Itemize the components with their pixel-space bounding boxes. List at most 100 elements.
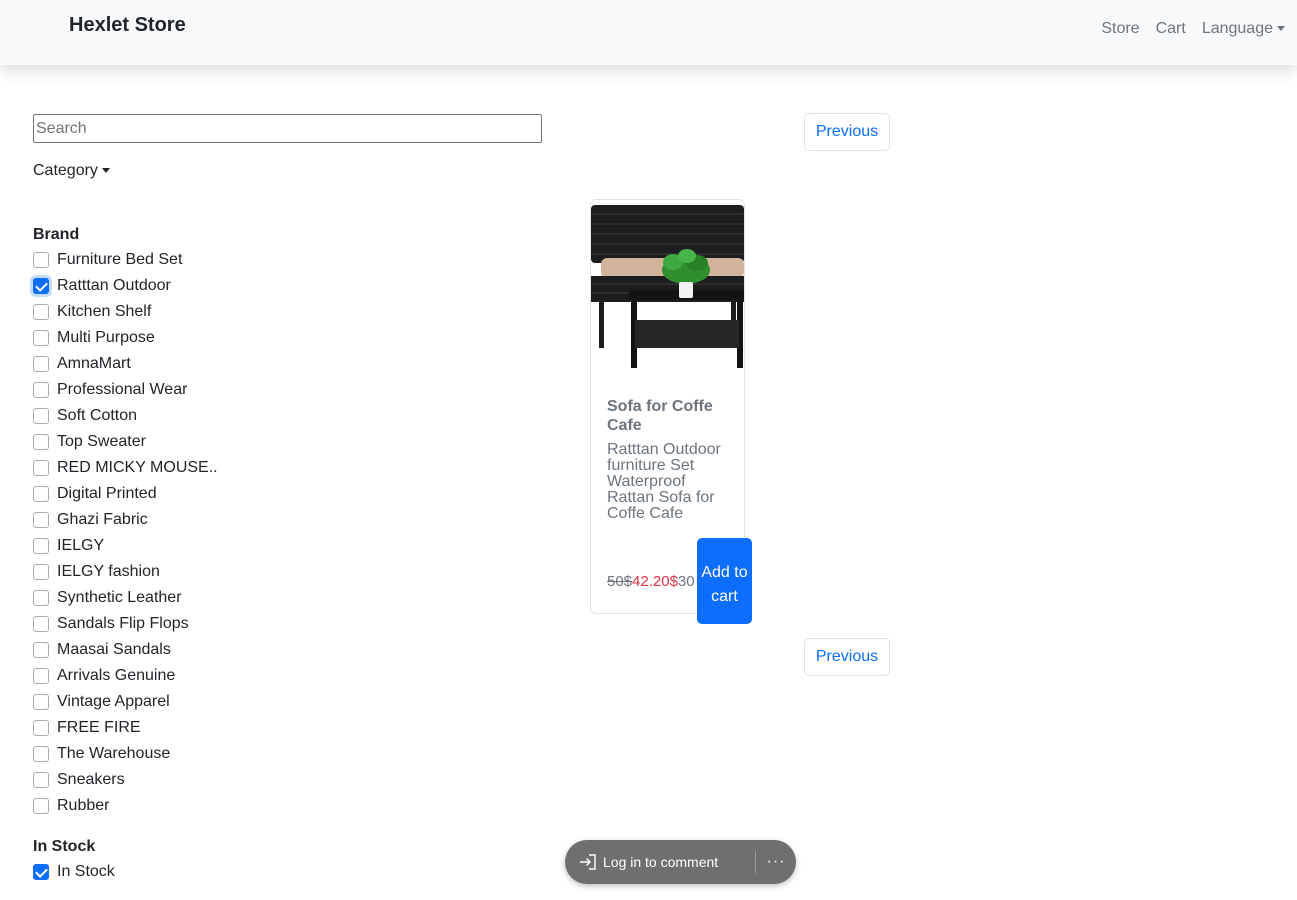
brand-label: IELGY [57,537,105,554]
brand-label: AmnaMart [57,355,131,372]
brand-checkbox-row[interactable]: Top Sweater [33,429,218,455]
stock-filter-heading: In Stock [33,838,96,855]
brand-label: Vintage Apparel [57,693,170,710]
nav-cart-link[interactable]: Cart [1156,20,1186,38]
brand-checkbox[interactable] [33,304,49,320]
brand-checkbox[interactable] [33,434,49,450]
brand-checkbox[interactable] [33,642,49,658]
in-stock-label: In Stock [57,863,115,880]
brand-checkbox-row[interactable]: Kitchen Shelf [33,299,218,325]
brand-checkbox-row[interactable]: Furniture Bed Set [33,247,218,273]
product-title[interactable]: Sofa for Coffe Cafe [607,397,732,435]
brand-label: Rubber [57,797,110,814]
brand-checkbox-row[interactable]: Synthetic Leather [33,585,218,611]
caret-down-icon [101,168,110,174]
nav-store-link[interactable]: Store [1101,20,1139,38]
brand-checkbox-row[interactable]: Multi Purpose [33,325,218,351]
brand-checkbox-row[interactable]: Vintage Apparel [33,689,218,715]
login-to-comment-button[interactable]: Log in to comment [565,840,755,884]
brand-checkbox[interactable] [33,798,49,814]
brand-checkbox[interactable] [33,330,49,346]
brand-checkbox-row[interactable]: FREE FIRE [33,715,218,741]
brand-checkbox-row[interactable]: Sandals Flip Flops [33,611,218,637]
brand-checkbox[interactable] [33,668,49,684]
brand-label: Ghazi Fabric [57,511,148,528]
brand-label: Arrivals Genuine [57,667,176,684]
product-image-svg [591,200,744,375]
brand-checkbox-row[interactable]: The Warehouse [33,741,218,767]
brand-label: FREE FIRE [57,719,141,736]
comment-toolbar: Log in to comment ··· [565,840,796,884]
product-price: 50$42.20$30 [607,573,698,590]
brand-label: Professional Wear [57,381,188,398]
brand-checkbox[interactable] [33,564,49,580]
brand-checkbox[interactable] [33,460,49,476]
brand-checkbox[interactable] [33,278,49,294]
brand-checkbox[interactable] [33,746,49,762]
brand-label: Multi Purpose [57,329,155,346]
brand-checkbox[interactable] [33,772,49,788]
brand-checkbox-row[interactable]: Soft Cotton [33,403,218,429]
sale-price: 42.20$ [632,573,678,590]
in-stock-checkbox-row[interactable]: In Stock [33,859,115,885]
top-navbar: Hexlet Store Store Cart Language [0,0,1297,65]
brand-label: Sneakers [57,771,125,788]
brand-label: Furniture Bed Set [57,251,183,268]
previous-page-button-top[interactable]: Previous [804,113,890,151]
login-to-comment-label: Log in to comment [603,854,719,870]
brand-checkbox[interactable] [33,252,49,268]
brand-checkbox-row[interactable]: Digital Printed [33,481,218,507]
brand-label: Maasai Sandals [57,641,171,658]
extra-price: 30 [677,573,695,590]
brand-checkbox[interactable] [33,538,49,554]
brand-label: Kitchen Shelf [57,303,152,320]
brand-checkbox-row[interactable]: IELGY [33,533,218,559]
brand-label: Synthetic Leather [57,589,182,606]
language-dropdown[interactable]: Language [1202,20,1285,38]
stock-filter-list: In Stock [33,859,115,885]
brand-checkbox-row[interactable]: Arrivals Genuine [33,663,218,689]
brand-checkbox-row[interactable]: Maasai Sandals [33,637,218,663]
brand-checkbox-row[interactable]: IELGY fashion [33,559,218,585]
category-dropdown[interactable]: Category [33,162,110,180]
brand-checkbox-row[interactable]: Sneakers [33,767,218,793]
brand-checkbox-row[interactable]: RED MICKY MOUSE.. [33,455,218,481]
product-description: Ratttan Outdoor furniture Set Waterproof… [607,441,721,522]
brand-filter-heading: Brand [33,226,80,243]
more-options-icon[interactable]: ··· [756,840,796,884]
search-input[interactable] [33,114,542,143]
brand-checkbox[interactable] [33,382,49,398]
brand-checkbox[interactable] [33,408,49,424]
brand-checkbox-row[interactable]: Ghazi Fabric [33,507,218,533]
in-stock-checkbox[interactable] [33,864,49,880]
brand-checkbox[interactable] [33,694,49,710]
old-price: 50$ [607,573,633,590]
brand-checkbox[interactable] [33,486,49,502]
rattan-sofa-set-image [591,200,744,375]
brand-label: Ratttan Outdoor [57,277,171,294]
brand-checkbox[interactable] [33,512,49,528]
brand-checkbox-row[interactable]: Professional Wear [33,377,218,403]
brand-label: RED MICKY MOUSE.. [57,459,218,476]
brand-checkbox-row[interactable]: AmnaMart [33,351,218,377]
previous-page-button-bottom[interactable]: Previous [804,638,890,676]
brand-label: Top Sweater [57,433,146,450]
login-arrow-icon [580,854,596,870]
brand-checkbox[interactable] [33,616,49,632]
language-label: Language [1201,20,1273,37]
brand-checkbox-row[interactable]: Ratttan Outdoor [33,273,218,299]
brand-checkbox[interactable] [33,590,49,606]
brand-filter-list: Furniture Bed Set Ratttan Outdoor Kitchen … [33,247,218,819]
brand-label: Sandals Flip Flops [57,615,189,632]
nav-links: Store Cart Language [1101,20,1285,38]
store-brand-link[interactable]: Hexlet Store [69,14,186,37]
add-to-cart-button[interactable]: Add to cart [697,538,752,624]
brand-label: Soft Cotton [57,407,138,424]
brand-label: The Warehouse [57,745,171,762]
brand-checkbox-row[interactable]: Rubber [33,793,218,819]
category-label: Category [33,162,98,179]
brand-checkbox[interactable] [33,720,49,736]
brand-checkbox[interactable] [33,356,49,372]
brand-label: IELGY fashion [57,563,160,580]
caret-down-icon [1277,26,1285,32]
